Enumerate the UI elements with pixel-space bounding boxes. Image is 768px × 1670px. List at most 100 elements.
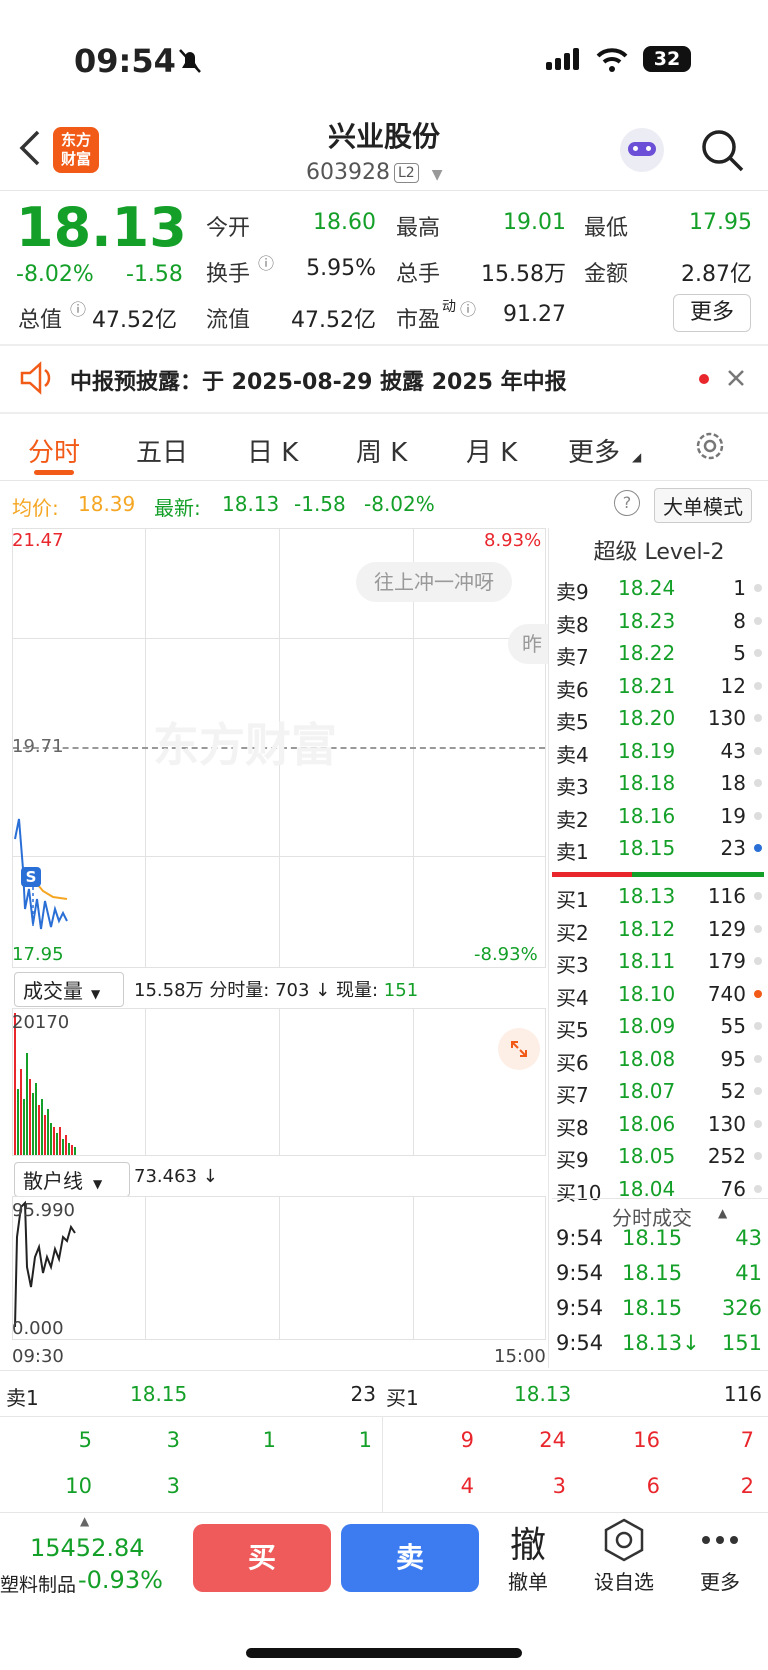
- orderbook-price: 18.13: [618, 884, 676, 908]
- field-value-market-cap: 47.52亿: [92, 308, 177, 333]
- bid-row[interactable]: 买10 18.04 76: [556, 1173, 762, 1205]
- add-watchlist-label[interactable]: 设自选: [586, 1566, 662, 1595]
- ask-row[interactable]: 卖2 18.16 19: [556, 800, 762, 832]
- more-dots-icon[interactable]: [700, 1530, 740, 1550]
- ask-row[interactable]: 卖3 18.18 18: [556, 767, 762, 799]
- queue-cell: 24: [539, 1428, 566, 1452]
- retail-selector[interactable]: 散户线 ▼: [14, 1162, 130, 1197]
- volume-selector[interactable]: 成交量 ▼: [14, 972, 124, 1007]
- queue-sell-label: 卖1: [6, 1386, 39, 1410]
- buy-button[interactable]: 买: [193, 1524, 331, 1592]
- bid-row[interactable]: 买1 18.13 116: [556, 880, 762, 912]
- orderbook-price: 18.12: [618, 916, 676, 941]
- orderbook-dot: [754, 1119, 762, 1128]
- tab-intraday[interactable]: 分时: [28, 432, 80, 469]
- gear-icon[interactable]: [692, 428, 728, 464]
- add-watchlist-icon[interactable]: [602, 1518, 646, 1562]
- bid-row[interactable]: 买2 18.12 129: [556, 913, 762, 945]
- big-order-mode-button[interactable]: 大单模式: [654, 488, 752, 523]
- notice-bar[interactable]: 中报预披露：于 2025-08-29 披露 2025 年中报: [0, 348, 768, 412]
- stock-code-line[interactable]: 603928 L2 ▼: [306, 160, 442, 185]
- tab-daily-k[interactable]: 日 K: [247, 432, 298, 469]
- tab-five-day[interactable]: 五日: [136, 432, 188, 469]
- bid-row[interactable]: 买3 18.11 179: [556, 945, 762, 977]
- ask-row[interactable]: 卖8 18.23 8: [556, 605, 762, 637]
- info-icon[interactable]: ⓘ: [258, 250, 274, 274]
- chart-mid-price: 19.71: [12, 736, 64, 757]
- orderbook-volume: 130: [707, 706, 746, 730]
- orderbook-price: 18.10: [618, 981, 676, 1006]
- ask-row[interactable]: 卖5 18.20 130: [556, 702, 762, 734]
- expand-icon[interactable]: [498, 1028, 540, 1070]
- orderbook-price: 18.05: [618, 1144, 676, 1168]
- info-icon[interactable]: ⓘ: [70, 296, 86, 320]
- trade-volume: 43: [735, 1226, 762, 1250]
- orderbook-price: 18.04: [618, 1176, 676, 1201]
- index-value[interactable]: 15452.84: [30, 1534, 145, 1562]
- orderbook-level-label: 卖1: [556, 840, 589, 864]
- cancel-order-label[interactable]: 撤单: [500, 1566, 556, 1595]
- bid-row[interactable]: 买9 18.05 252: [556, 1140, 762, 1172]
- volume-period-label: 分时量:: [209, 980, 270, 1001]
- s-badge[interactable]: S: [21, 867, 41, 887]
- ask-row[interactable]: 卖7 18.22 5: [556, 637, 762, 669]
- bid-row[interactable]: 买6 18.08 95: [556, 1043, 762, 1075]
- cancel-order-icon[interactable]: 撤: [500, 1516, 556, 1568]
- ask-row[interactable]: 卖6 18.21 12: [556, 670, 762, 702]
- bid-row[interactable]: 买7 18.07 52: [556, 1075, 762, 1107]
- index-name[interactable]: 塑料制品: [0, 1570, 76, 1597]
- change-value: -1.58: [126, 262, 183, 287]
- help-icon[interactable]: ?: [614, 490, 640, 516]
- ask-row[interactable]: 卖1 18.15 23: [556, 832, 762, 864]
- orderbook-volume: 43: [720, 738, 746, 763]
- hint-bubble-2[interactable]: 昨: [508, 624, 548, 664]
- orderbook-price: 18.20: [618, 706, 676, 730]
- orderbook-volume: 18: [720, 771, 746, 795]
- notice-text: 中报预披露：于 2025-08-29 披露 2025 年中报: [70, 370, 567, 395]
- field-value-volume: 15.58万: [481, 262, 566, 287]
- ask-row[interactable]: 卖4 18.19 43: [556, 735, 762, 767]
- orderbook-volume: 116: [707, 884, 746, 908]
- orderbook-dot: [754, 584, 762, 592]
- latest-pct: -8.02%: [364, 492, 435, 516]
- unread-dot: [699, 374, 709, 384]
- caret-up-icon: ▲: [80, 1514, 90, 1528]
- field-value-low: 17.95: [689, 210, 752, 235]
- volume-info: 15.58万 分时量: 703 ↓ 现量: 151: [134, 976, 418, 1002]
- search-icon[interactable]: [700, 128, 746, 174]
- bid-row[interactable]: 买8 18.06 130: [556, 1108, 762, 1140]
- hint-bubble[interactable]: 往上冲一冲呀: [356, 562, 512, 602]
- orderbook-dot: [754, 1184, 762, 1193]
- ask-row[interactable]: 卖9 18.24 1: [556, 572, 762, 604]
- trade-price: 18.15: [622, 1261, 683, 1285]
- more-fields-button[interactable]: 更多: [673, 294, 751, 332]
- orderbook-title: 超级 Level-2: [593, 540, 725, 565]
- orderbook-volume: 55: [720, 1014, 746, 1038]
- bid-row[interactable]: 买5 18.09 55: [556, 1010, 762, 1042]
- orderbook-dot: [754, 1152, 762, 1160]
- field-label-market-cap: 总值: [18, 308, 63, 333]
- orderbook-price: 18.19: [618, 738, 676, 763]
- battery-icon: 32: [643, 46, 691, 72]
- sell-button[interactable]: 卖: [341, 1524, 479, 1592]
- orderbook-level-label: 卖8: [556, 612, 589, 637]
- orderbook-volume: 1: [733, 576, 746, 600]
- robot-avatar-icon[interactable]: [620, 128, 664, 172]
- bid-row[interactable]: 买4 18.10 740: [556, 978, 762, 1010]
- volume-chart[interactable]: [12, 1008, 546, 1156]
- tab-more[interactable]: 更多: [568, 432, 620, 469]
- trade-price: 18.15: [622, 1226, 683, 1250]
- tab-monthly-k[interactable]: 月 K: [466, 432, 517, 469]
- retail-selector-label: 散户线: [23, 1169, 83, 1193]
- more-label[interactable]: 更多: [692, 1566, 748, 1595]
- orderbook-dot: [754, 957, 762, 965]
- close-icon[interactable]: [726, 368, 746, 388]
- pe-sup: 动: [442, 299, 456, 315]
- chart-top-price: 21.47: [12, 530, 64, 551]
- retail-chart[interactable]: [12, 1196, 546, 1340]
- orderbook-volume: 95: [720, 1046, 746, 1071]
- tab-weekly-k[interactable]: 周 K: [356, 432, 407, 469]
- orderbook-dot: [754, 892, 762, 900]
- orderbook-volume: 130: [707, 1111, 746, 1136]
- orderbook-price: 18.18: [618, 771, 676, 795]
